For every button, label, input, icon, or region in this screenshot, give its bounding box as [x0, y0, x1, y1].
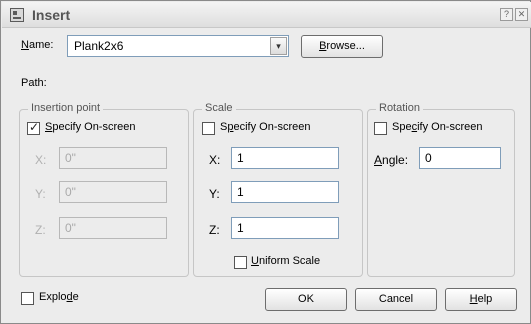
insertion-specify-label: Specify On-screen: [45, 121, 136, 133]
name-label: Name:: [21, 39, 54, 51]
insertion-x-field[interactable]: 0": [59, 147, 167, 169]
name-combobox[interactable]: Plank2x6 ▾: [67, 35, 289, 57]
browse-button[interactable]: Browse...: [301, 35, 383, 58]
close-icon[interactable]: ✕: [515, 8, 528, 21]
insertion-specify-checkbox[interactable]: [27, 120, 40, 135]
insert-dialog: Insert ? ✕ Name: Plank2x6 ▾ Browse... Pa…: [0, 0, 531, 324]
title-bar[interactable]: Insert ? ✕: [2, 2, 531, 28]
scale-z-label: Z:: [209, 223, 220, 237]
scale-x-label: X:: [209, 153, 221, 167]
path-label: Path:: [21, 77, 47, 89]
scale-specify-label: Specify On-screen: [220, 121, 311, 133]
insertion-point-legend: Insertion point: [28, 102, 104, 114]
angle-field[interactable]: 0: [419, 147, 501, 169]
cancel-button[interactable]: Cancel: [355, 288, 437, 311]
scale-legend: Scale: [202, 102, 236, 114]
name-value: Plank2x6: [74, 39, 124, 53]
rotation-specify-label: Specify On-screen: [392, 121, 483, 133]
explode-checkbox[interactable]: [21, 292, 34, 305]
rotation-group: Rotation: [367, 102, 515, 277]
scale-x-field[interactable]: 1: [231, 147, 339, 169]
insert-block-icon: [10, 8, 24, 22]
uniform-scale-checkbox[interactable]: [234, 256, 247, 269]
insertion-y-field[interactable]: 0": [59, 181, 167, 203]
help-icon[interactable]: ?: [500, 8, 513, 21]
scale-y-field[interactable]: 1: [231, 181, 339, 203]
scale-z-field[interactable]: 1: [231, 217, 339, 239]
insertion-y-label: Y:: [35, 187, 46, 201]
angle-label: Angle:: [374, 153, 409, 167]
ok-button[interactable]: OK: [265, 288, 347, 311]
window-title: Insert: [32, 7, 71, 23]
scale-specify-checkbox[interactable]: [202, 122, 215, 135]
rotation-specify-checkbox[interactable]: [374, 122, 387, 135]
insertion-z-field[interactable]: 0": [59, 217, 167, 239]
uniform-scale-label: Uniform Scale: [251, 255, 321, 267]
scale-y-label: Y:: [209, 187, 220, 201]
explode-label: Explode: [39, 291, 79, 303]
help-button[interactable]: Help: [445, 288, 517, 311]
insertion-x-label: X:: [35, 153, 47, 167]
chevron-down-icon[interactable]: ▾: [270, 37, 287, 55]
rotation-legend: Rotation: [376, 102, 423, 114]
insertion-z-label: Z:: [35, 223, 46, 237]
